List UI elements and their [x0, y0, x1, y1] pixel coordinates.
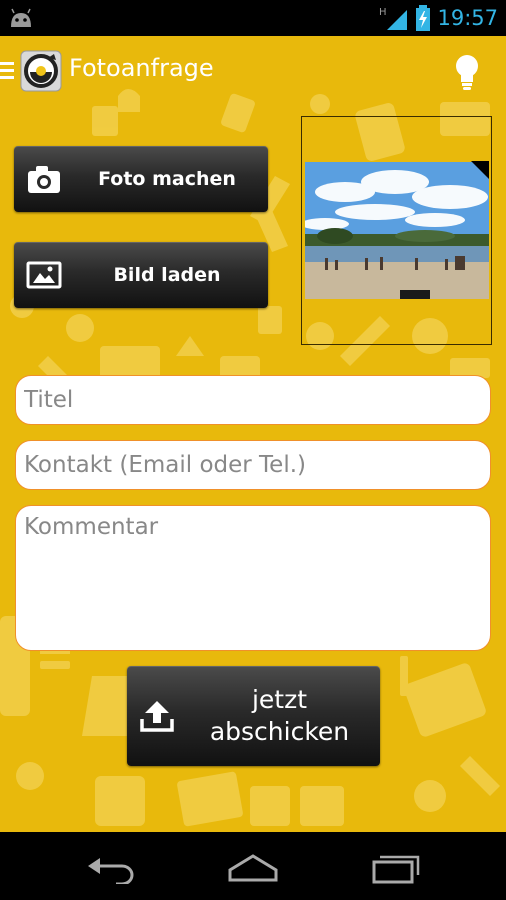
action-bar: Fotoanfrage: [0, 36, 506, 106]
svg-text:H: H: [379, 7, 387, 18]
photo-corner-marker: [471, 161, 489, 179]
menu-icon[interactable]: [0, 60, 14, 80]
take-photo-button[interactable]: Foto machen: [14, 146, 268, 212]
send-button[interactable]: jetzt abschicken: [127, 666, 380, 766]
comment-input[interactable]: [15, 505, 491, 651]
home-icon[interactable]: [226, 850, 280, 884]
contact-input[interactable]: [15, 440, 491, 490]
send-label: jetzt abschicken: [187, 666, 372, 766]
signal-icon: H: [379, 7, 408, 30]
android-icon: [11, 8, 31, 27]
photo-preview-frame[interactable]: [301, 116, 492, 345]
upload-icon: [140, 701, 174, 732]
page-title: Fotoanfrage: [69, 54, 214, 82]
app-logo-icon[interactable]: [20, 50, 62, 92]
take-photo-label: Foto machen: [98, 168, 236, 190]
send-label-line1: jetzt: [251, 685, 308, 714]
load-image-label: Bild laden: [113, 264, 221, 286]
image-icon: [26, 261, 62, 289]
navigation-bar: [0, 832, 506, 900]
status-bar: H 19:57: [0, 0, 506, 36]
recent-apps-icon[interactable]: [368, 850, 422, 884]
app-content: Fotoanfrage Foto machen Bild laden Titel…: [0, 36, 506, 832]
photo-preview-image: [305, 162, 489, 299]
clock: 19:57: [437, 6, 498, 30]
load-image-button[interactable]: Bild laden: [14, 242, 268, 308]
battery-charging-icon: [416, 5, 431, 31]
title-input[interactable]: [15, 375, 491, 425]
lightbulb-icon[interactable]: [452, 52, 482, 92]
camera-icon: [28, 166, 60, 193]
back-icon[interactable]: [86, 850, 140, 884]
send-label-line2: abschicken: [209, 717, 350, 746]
